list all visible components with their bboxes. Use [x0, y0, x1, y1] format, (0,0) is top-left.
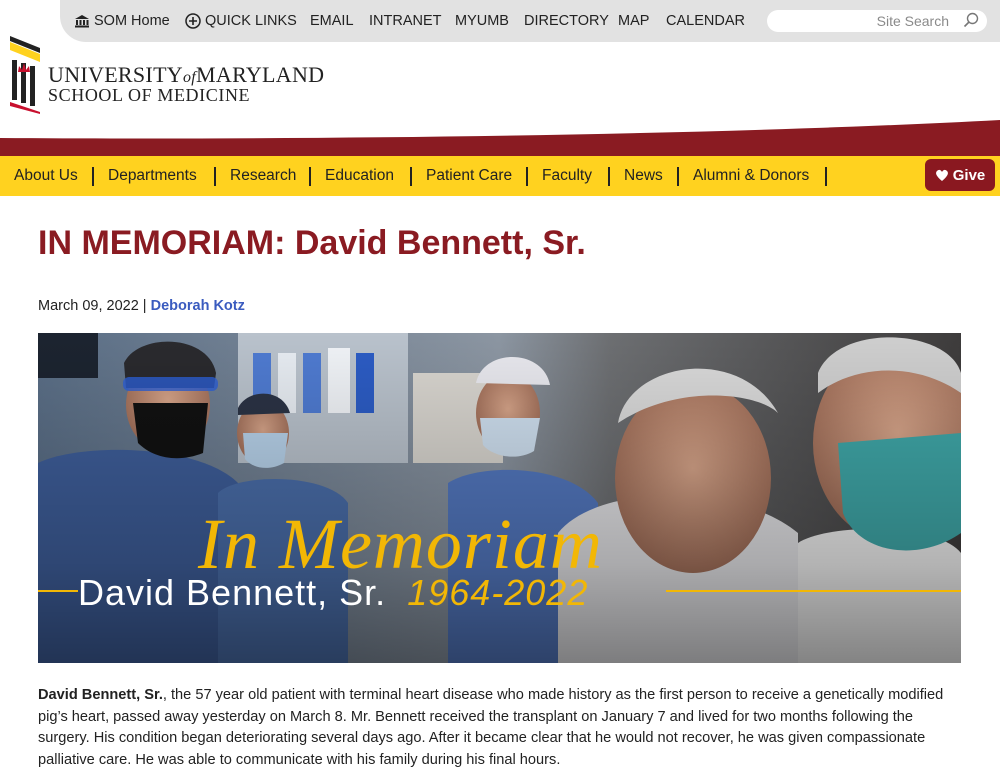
nav-divider — [526, 167, 528, 186]
hero-name: David Bennett, Sr. — [78, 572, 386, 613]
article-byline: March 09, 2022 | Deborah Kotz — [38, 298, 245, 314]
article-date: March 09, 2022 — [38, 298, 139, 314]
building-icon — [74, 14, 90, 28]
nav-research[interactable]: Research — [230, 167, 296, 185]
email-link[interactable]: EMAIL — [310, 13, 354, 29]
calendar-link[interactable]: CALENDAR — [666, 13, 745, 29]
svg-text:David Bennett, Sr. 1964-: David Bennett, Sr. 1964-2022 — [78, 572, 588, 613]
intranet-link[interactable]: INTRANET — [369, 13, 442, 29]
nav-education[interactable]: Education — [325, 167, 394, 185]
hero-years: 1964-2022 — [407, 572, 588, 613]
nav-news[interactable]: News — [624, 167, 663, 185]
heart-icon — [935, 169, 948, 181]
logo-school-text: SCHOOL OF MEDICINE — [48, 85, 251, 105]
body-lead-name: David Bennett, Sr. — [38, 687, 163, 703]
header-swoosh — [0, 120, 1000, 158]
author-link[interactable]: Deborah Kotz — [151, 298, 245, 314]
som-home-label: SOM Home — [94, 13, 170, 29]
plus-circle-icon — [185, 13, 201, 29]
body-text: , the 57 year old patient with terminal … — [38, 687, 944, 768]
search-icon[interactable] — [963, 12, 979, 34]
nav-patient-care[interactable]: Patient Care — [426, 167, 512, 185]
byline-separator: | — [142, 298, 147, 314]
article-body: David Bennett, Sr., the 57 year old pati… — [38, 685, 958, 771]
nav-faculty[interactable]: Faculty — [542, 167, 592, 185]
nav-about-us[interactable]: About Us — [14, 167, 78, 185]
directory-link[interactable]: DIRECTORY — [524, 13, 609, 29]
nav-divider — [677, 167, 679, 186]
myumb-link[interactable]: MYUMB — [455, 13, 509, 29]
nav-divider — [608, 167, 610, 186]
nav-divider — [214, 167, 216, 186]
map-link[interactable]: MAP — [618, 13, 649, 29]
quick-links-label: QUICK LINKS — [205, 13, 297, 29]
nav-divider — [825, 167, 827, 186]
university-seal-icon — [10, 36, 40, 114]
main-nav: About Us Departments Research Education … — [0, 156, 1000, 196]
site-search — [767, 10, 987, 32]
give-button[interactable]: Give — [925, 159, 995, 191]
nav-departments[interactable]: Departments — [108, 167, 197, 185]
som-home-link[interactable]: SOM Home — [74, 13, 170, 29]
search-input[interactable] — [767, 13, 955, 29]
umsom-logo[interactable]: UNIVERSITYofMARYLAND SCHOOL OF MEDICINE — [8, 34, 328, 114]
quick-links-link[interactable]: QUICK LINKS — [185, 13, 297, 29]
nav-divider — [309, 167, 311, 186]
nav-divider — [410, 167, 412, 186]
nav-divider — [92, 167, 94, 186]
page-title: IN MEMORIAM: David Bennett, Sr. — [38, 224, 586, 262]
nav-alumni-donors[interactable]: Alumni & Donors — [693, 167, 809, 185]
give-label: Give — [952, 166, 986, 184]
hero-image: In Memoriam David Bennett, Sr. 1964-2022 — [38, 333, 961, 663]
